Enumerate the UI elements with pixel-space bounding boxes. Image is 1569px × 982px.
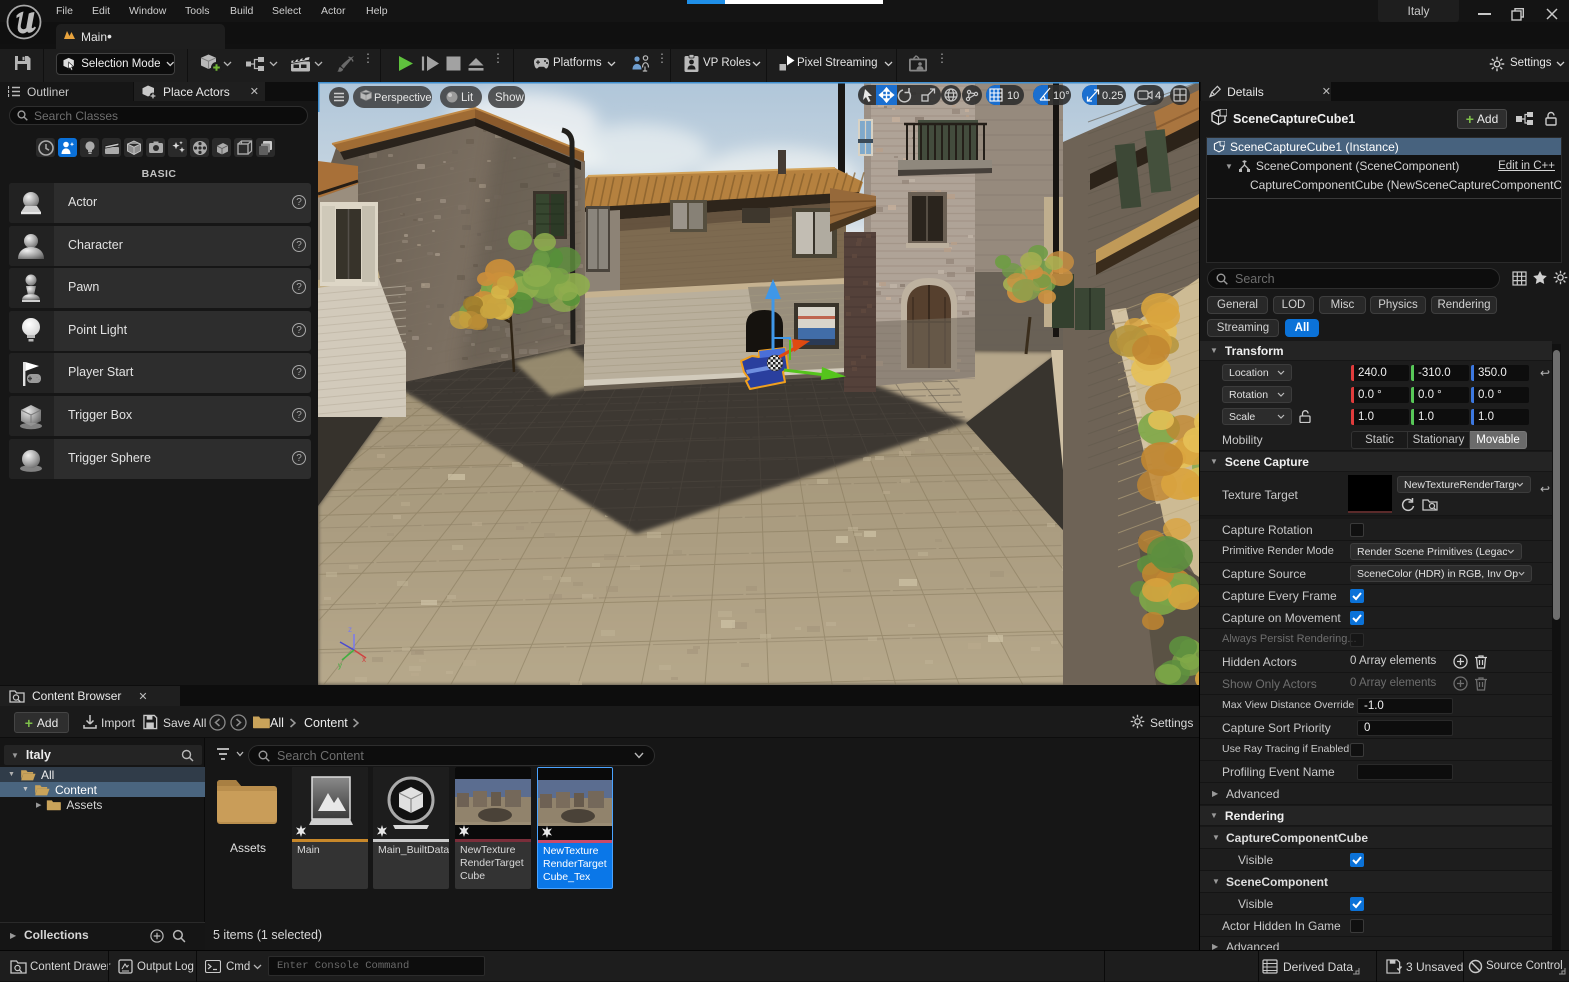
svg-text:z: z (348, 625, 352, 634)
svg-text:10°: 10° (1053, 90, 1070, 102)
svg-text:0.25: 0.25 (1102, 90, 1123, 102)
svg-text:Perspective: Perspective (374, 92, 431, 104)
svg-text:10: 10 (1007, 90, 1019, 102)
svg-text:y: y (338, 661, 342, 670)
svg-text:Lit: Lit (461, 92, 474, 104)
svg-text:x: x (362, 655, 366, 664)
svg-text:Show: Show (495, 92, 524, 104)
svg-text:4: 4 (1155, 90, 1161, 102)
